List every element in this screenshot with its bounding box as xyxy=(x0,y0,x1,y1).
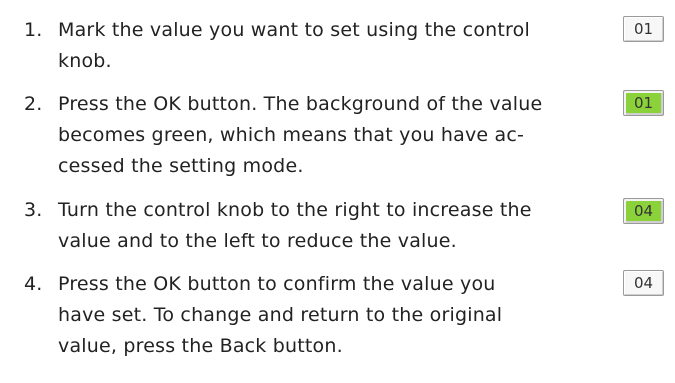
value-display: 04 xyxy=(623,270,664,296)
step-text: Press the OK button to confirm the value… xyxy=(58,273,503,357)
value-display-setting-mode: 01 xyxy=(623,90,664,116)
step-text: Press the OK button. The background of t… xyxy=(58,93,543,177)
step-text: Turn the control knob to the right to in… xyxy=(58,199,532,252)
step-number: 4. xyxy=(24,273,43,295)
step-number: 2. xyxy=(24,93,43,115)
step-number: 1. xyxy=(24,19,43,41)
instruction-steps: 1. Mark the value you want to set using … xyxy=(0,0,675,383)
step-text: Mark the value you want to set using the… xyxy=(58,19,530,72)
value-display: 01 xyxy=(623,16,664,42)
value-display-setting-mode: 04 xyxy=(623,198,664,224)
step-number: 3. xyxy=(24,199,43,221)
